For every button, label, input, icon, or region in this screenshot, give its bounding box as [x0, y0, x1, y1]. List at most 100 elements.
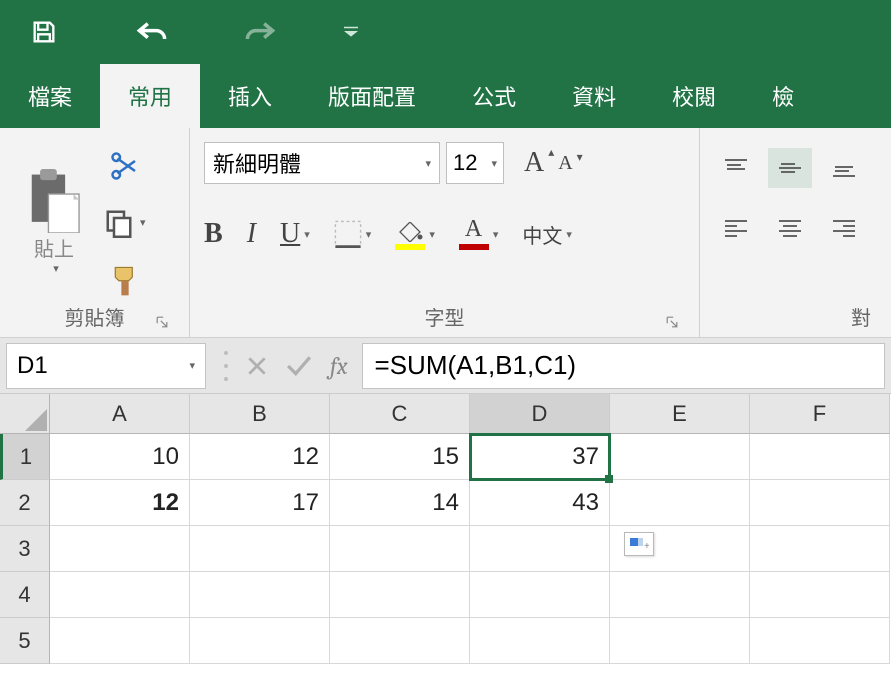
cell-A4[interactable]: [50, 572, 190, 618]
group-font: 新細明體 ▾ 12 ▾ A▴ A▾ B I U▾ ▾: [190, 128, 700, 337]
align-bottom-button[interactable]: [822, 148, 866, 188]
tab-review[interactable]: 校閱: [644, 64, 744, 128]
align-left-button[interactable]: [714, 208, 758, 248]
paste-label: 貼上: [34, 233, 74, 262]
col-header-B[interactable]: B: [190, 394, 330, 434]
phonetic-guide-button[interactable]: 中文 ▾: [522, 220, 572, 249]
tab-file[interactable]: 檔案: [0, 64, 100, 128]
spreadsheet-grid[interactable]: A B C D E F 1 10 12 15 37 2 12 17 14 43 …: [0, 394, 891, 664]
cell-D3[interactable]: [470, 526, 610, 572]
increase-font-button[interactable]: A▴: [524, 147, 544, 179]
align-center-icon: [777, 217, 803, 239]
cell-B1[interactable]: 12: [190, 434, 330, 480]
customize-qat-button[interactable]: [344, 24, 358, 41]
group-alignment: 對: [700, 128, 891, 337]
dialog-launcher-clipboard[interactable]: [153, 313, 171, 331]
col-header-D[interactable]: D: [470, 394, 610, 434]
accept-formula-button[interactable]: [286, 355, 312, 377]
undo-button[interactable]: [128, 8, 176, 56]
name-box[interactable]: D1 ▾: [6, 343, 206, 389]
cut-button[interactable]: [104, 151, 146, 181]
font-color-button[interactable]: A ▾: [459, 222, 499, 246]
copy-icon: [104, 208, 134, 238]
row-header-1[interactable]: 1: [0, 434, 50, 480]
cell-B4[interactable]: [190, 572, 330, 618]
cell-A3[interactable]: [50, 526, 190, 572]
bold-button[interactable]: B: [204, 218, 223, 250]
col-header-C[interactable]: C: [330, 394, 470, 434]
chevron-down-icon: ▾: [493, 228, 499, 241]
font-name-combo[interactable]: 新細明體 ▾: [204, 142, 440, 184]
row-header-5[interactable]: 5: [0, 618, 50, 664]
paste-button[interactable]: 貼上 ▾: [26, 167, 82, 277]
row-header-4[interactable]: 4: [0, 572, 50, 618]
cell-B3[interactable]: [190, 526, 330, 572]
align-top-button[interactable]: [714, 148, 758, 188]
cell-F2[interactable]: [750, 480, 890, 526]
select-all-corner[interactable]: [0, 394, 50, 434]
insert-function-button[interactable]: fx: [330, 352, 348, 380]
copy-button[interactable]: ▾: [104, 208, 146, 238]
cell-A1[interactable]: 10: [50, 434, 190, 480]
borders-button[interactable]: ▾: [334, 220, 372, 248]
cell-E2[interactable]: [610, 480, 750, 526]
chevron-down-icon: ▾: [425, 157, 431, 170]
cell-E1[interactable]: [610, 434, 750, 480]
cell-C5[interactable]: [330, 618, 470, 664]
col-header-A[interactable]: A: [50, 394, 190, 434]
check-icon: [286, 355, 312, 377]
tab-formulas[interactable]: 公式: [444, 64, 544, 128]
cell-E5[interactable]: [610, 618, 750, 664]
cell-C4[interactable]: [330, 572, 470, 618]
dialog-launcher-icon: [666, 316, 678, 328]
tab-home[interactable]: 常用: [100, 64, 200, 128]
tab-page-layout[interactable]: 版面配置: [300, 64, 444, 128]
cell-F3[interactable]: [750, 526, 890, 572]
align-right-button[interactable]: [822, 208, 866, 248]
cell-F4[interactable]: [750, 572, 890, 618]
redo-button[interactable]: [236, 8, 284, 56]
drag-handle[interactable]: [224, 351, 228, 381]
formula-bar[interactable]: =SUM(A1,B1,C1): [362, 343, 885, 389]
tab-insert[interactable]: 插入: [200, 64, 300, 128]
italic-button[interactable]: I: [247, 218, 256, 250]
tab-data[interactable]: 資料: [544, 64, 644, 128]
group-label-alignment: 對: [714, 305, 877, 333]
chevron-down-icon: ▾: [429, 228, 435, 241]
save-button[interactable]: [20, 8, 68, 56]
autofill-options-button[interactable]: +: [624, 532, 654, 556]
cell-A2[interactable]: 12: [50, 480, 190, 526]
x-icon: [246, 355, 268, 377]
tab-view[interactable]: 檢: [744, 64, 822, 128]
cell-C3[interactable]: [330, 526, 470, 572]
cell-B2[interactable]: 17: [190, 480, 330, 526]
underline-button[interactable]: U▾: [280, 218, 310, 250]
row-header-3[interactable]: 3: [0, 526, 50, 572]
fill-color-button[interactable]: ▾: [395, 222, 435, 246]
undo-icon: [135, 18, 169, 46]
format-painter-button[interactable]: [104, 265, 146, 299]
row-header-2[interactable]: 2: [0, 480, 50, 526]
cell-A5[interactable]: [50, 618, 190, 664]
col-header-E[interactable]: E: [610, 394, 750, 434]
redo-icon: [243, 18, 277, 46]
cell-E4[interactable]: [610, 572, 750, 618]
col-header-F[interactable]: F: [750, 394, 890, 434]
cell-C2[interactable]: 14: [330, 480, 470, 526]
cell-D1[interactable]: 37: [470, 434, 610, 480]
align-middle-button[interactable]: [768, 148, 812, 188]
decrease-font-button[interactable]: A▾: [558, 147, 572, 179]
cell-D4[interactable]: [470, 572, 610, 618]
dialog-launcher-font[interactable]: [663, 313, 681, 331]
cell-F5[interactable]: [750, 618, 890, 664]
cell-F1[interactable]: [750, 434, 890, 480]
cell-D2[interactable]: 43: [470, 480, 610, 526]
cancel-formula-button[interactable]: [246, 355, 268, 377]
font-size-combo[interactable]: 12 ▾: [446, 142, 504, 184]
cell-C1[interactable]: 15: [330, 434, 470, 480]
cell-B5[interactable]: [190, 618, 330, 664]
quick-access-toolbar: [0, 0, 891, 64]
align-center-button[interactable]: [768, 208, 812, 248]
scissors-icon: [110, 151, 140, 181]
cell-D5[interactable]: [470, 618, 610, 664]
